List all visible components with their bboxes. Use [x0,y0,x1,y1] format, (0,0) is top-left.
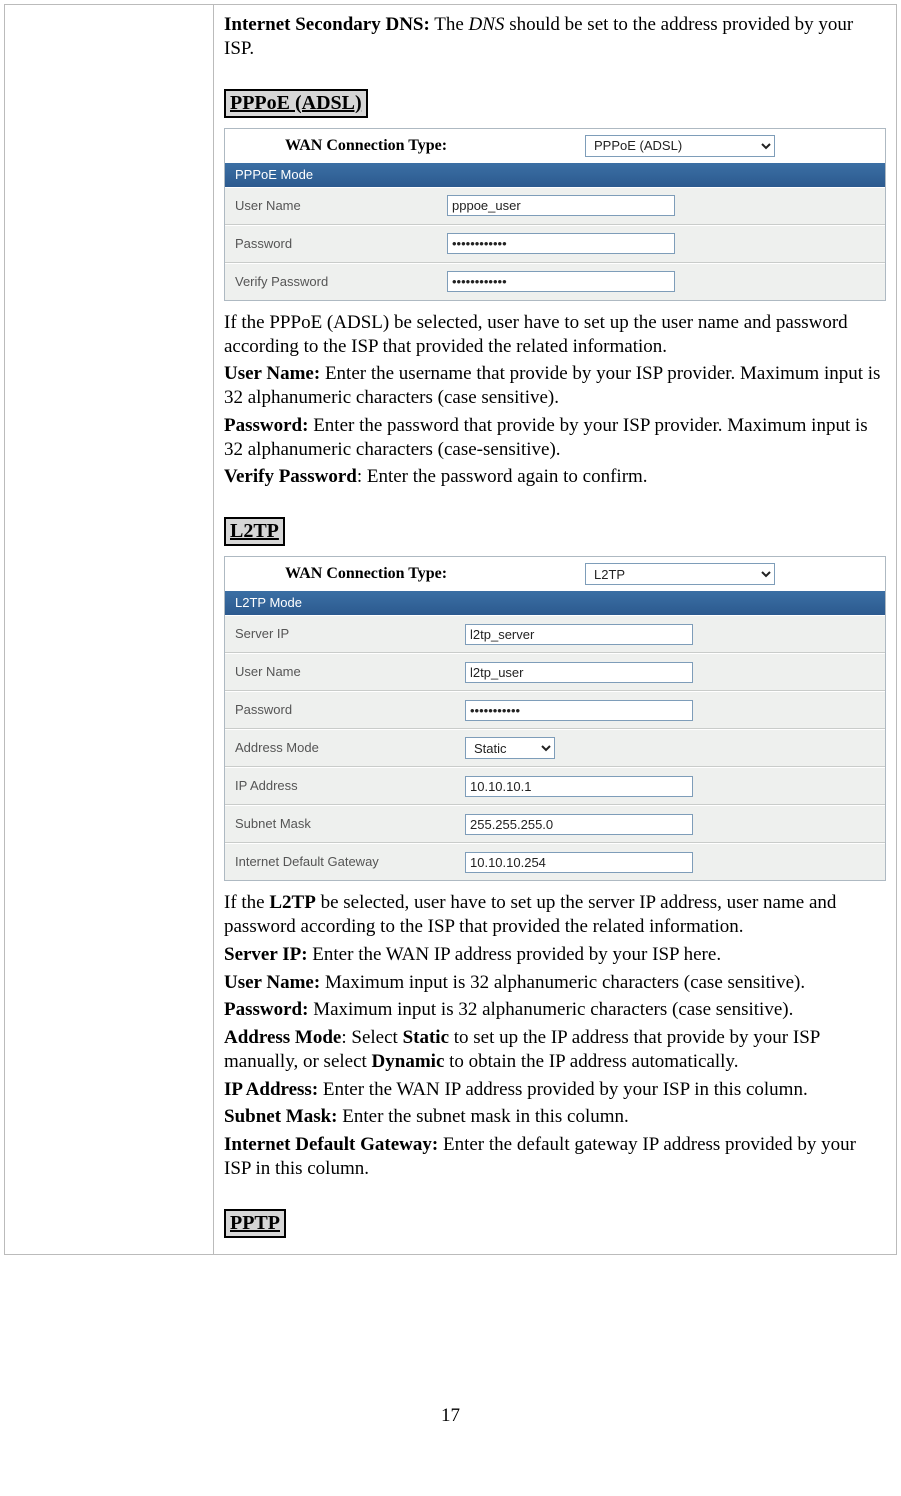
pppoe-password-row: Password [225,225,885,263]
page-content-frame: Internet Secondary DNS: The DNS should b… [4,4,897,1255]
l2tp-config-panel: WAN Connection Type: L2TP L2TP Mode Serv… [224,556,886,881]
l2tp-server-ip-row: Server IP [225,615,885,653]
l2tp-gateway-label: Internet Default Gateway [235,854,465,870]
l2tp-ip-address-row: IP Address [225,767,885,805]
pppoe-verify-password-input[interactable] [447,271,675,292]
pppoe-verify-password-label: Verify Password [235,274,447,290]
pppoe-section-heading: PPPoE (ADSL) [224,89,368,118]
l2tp-address-mode-select[interactable]: Static [465,737,555,759]
l2tp-subnet-mask-input[interactable] [465,814,693,835]
pppoe-top-row: WAN Connection Type: PPPoE (ADSL) [225,129,885,163]
l2tp-username-row: User Name [225,653,885,691]
l2tp-mode-header: L2TP Mode [225,591,885,615]
l2tp-subnet-mask-row: Subnet Mask [225,805,885,843]
pppoe-desc-verify-password: Verify Password: Enter the password agai… [224,465,886,489]
l2tp-server-ip-input[interactable] [465,624,693,645]
l2tp-gateway-input[interactable] [465,852,693,873]
pptp-section-heading: PPTP [224,1209,286,1238]
l2tp-ip-address-label: IP Address [235,778,465,794]
l2tp-wan-type-label: WAN Connection Type: [285,564,585,584]
dns-label: Internet Secondary DNS: [224,14,430,35]
l2tp-ip-address-input[interactable] [465,776,693,797]
l2tp-password-label: Password [235,702,465,718]
pppoe-username-row: User Name [225,187,885,225]
l2tp-gateway-row: Internet Default Gateway [225,843,885,880]
l2tp-desc-address-mode: Address Mode: Select Static to set up th… [224,1026,886,1074]
l2tp-wan-type-select[interactable]: L2TP [585,563,775,585]
l2tp-username-input[interactable] [465,662,693,683]
l2tp-username-label: User Name [235,664,465,680]
l2tp-top-row: WAN Connection Type: L2TP [225,557,885,591]
l2tp-desc-ip-address: IP Address: Enter the WAN IP address pro… [224,1078,886,1102]
pppoe-config-panel: WAN Connection Type: PPPoE (ADSL) PPPoE … [224,128,886,301]
dns-text-1: The [430,14,469,35]
pppoe-password-input[interactable] [447,233,675,254]
pppoe-username-label: User Name [235,198,447,214]
pppoe-mode-header: PPPoE Mode [225,163,885,187]
page-number: 17 [0,1405,901,1467]
dns-text-italic: DNS [469,14,505,35]
l2tp-desc-intro: If the L2TP be selected, user have to se… [224,891,886,939]
l2tp-subnet-mask-label: Subnet Mask [235,816,465,832]
main-content: Internet Secondary DNS: The DNS should b… [214,5,896,1254]
l2tp-address-mode-row: Address Mode Static [225,729,885,767]
l2tp-desc-gateway: Internet Default Gateway: Enter the defa… [224,1133,886,1181]
l2tp-desc-server-ip: Server IP: Enter the WAN IP address prov… [224,943,886,967]
l2tp-desc-subnet-mask: Subnet Mask: Enter the subnet mask in th… [224,1105,886,1129]
pppoe-password-label: Password [235,236,447,252]
pppoe-desc-username: User Name: Enter the username that provi… [224,362,886,410]
l2tp-server-ip-label: Server IP [235,626,465,642]
pppoe-desc-intro: If the PPPoE (ADSL) be selected, user ha… [224,311,886,359]
l2tp-desc-password: Password: Maximum input is 32 alphanumer… [224,998,886,1022]
l2tp-password-row: Password [225,691,885,729]
l2tp-section-heading: L2TP [224,517,285,546]
left-empty-column [5,5,214,1254]
pppoe-wan-type-select[interactable]: PPPoE (ADSL) [585,135,775,157]
pppoe-verify-password-row: Verify Password [225,263,885,300]
pppoe-wan-type-label: WAN Connection Type: [285,136,585,156]
l2tp-password-input[interactable] [465,700,693,721]
dns-paragraph: Internet Secondary DNS: The DNS should b… [224,13,886,61]
pppoe-username-input[interactable] [447,195,675,216]
l2tp-address-mode-label: Address Mode [235,740,465,756]
pppoe-desc-password: Password: Enter the password that provid… [224,414,886,462]
l2tp-desc-username: User Name: Maximum input is 32 alphanume… [224,971,886,995]
